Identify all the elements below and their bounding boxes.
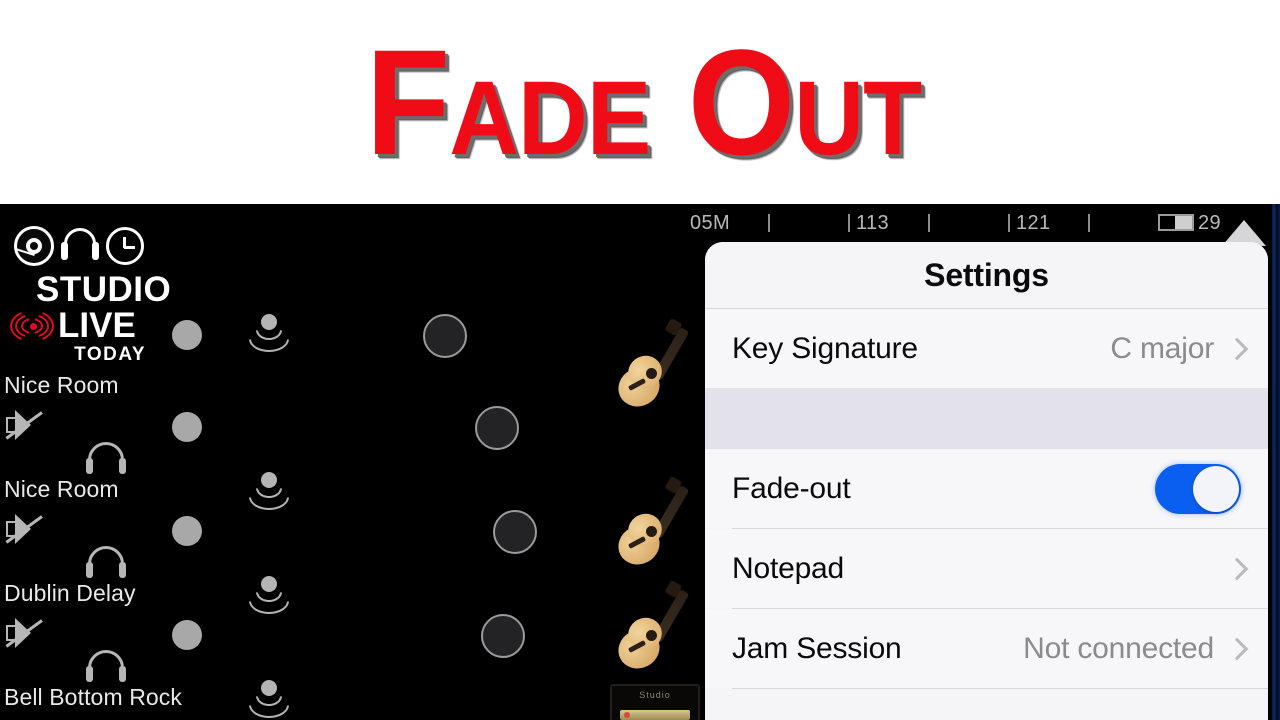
volume-dot-icon[interactable] <box>172 320 202 350</box>
track-row[interactable]: Nice Room <box>0 468 700 676</box>
settings-title: Settings <box>924 256 1049 293</box>
row-value: C major <box>1110 331 1214 365</box>
volume-dot-icon[interactable] <box>172 412 202 442</box>
divider <box>732 688 1268 689</box>
track-row[interactable]: Dublin Delay <box>0 572 700 720</box>
settings-row-fade-out[interactable]: Fade-out <box>705 449 1268 528</box>
track-name: Nice Room <box>4 372 119 398</box>
screenshot-root: Fade Out 05M 113 121 29 Nice Room Nice R… <box>0 0 1280 720</box>
logo-text-live: LIVE <box>58 306 136 345</box>
amp-small-icon[interactable]: Studio <box>610 684 700 720</box>
track-name: Dublin Delay <box>4 580 136 606</box>
studio-live-today-logo: STUDIO LIVE TODAY <box>10 226 172 365</box>
track-name: Nice Room <box>4 476 119 502</box>
record-button[interactable] <box>423 314 467 358</box>
volume-dot-icon[interactable] <box>172 516 202 546</box>
record-button[interactable] <box>475 406 519 450</box>
ruler-label-3: 29 <box>1198 212 1222 234</box>
title-banner: Fade Out <box>0 0 1280 204</box>
settings-row-spacer <box>705 388 1268 449</box>
ruler-tick <box>1008 214 1010 232</box>
row-label: Key Signature <box>732 331 918 365</box>
loop-region-marker[interactable] <box>1158 214 1194 231</box>
row-label: Fade-out <box>732 471 851 505</box>
headphones-icon <box>60 228 100 266</box>
settings-header: Settings <box>705 242 1268 308</box>
row-label: Jam Session <box>732 631 902 665</box>
chevron-right-icon <box>1228 638 1241 660</box>
ruler-tick <box>1088 214 1090 232</box>
logo-text-studio: STUDIO <box>36 270 172 309</box>
ruler-tick <box>928 214 930 232</box>
track-row[interactable]: Bell Bottom Rock Studio <box>0 676 700 720</box>
clock-icon <box>106 227 144 265</box>
ruler-label-2: 121 <box>1016 212 1051 234</box>
toggle-knob <box>1193 465 1239 512</box>
volume-dot-icon[interactable] <box>172 620 202 650</box>
broadcast-waves-icon <box>10 309 54 342</box>
mute-icon[interactable] <box>4 408 44 442</box>
settings-popover: Settings Key Signature C major Fade-out <box>705 242 1268 720</box>
record-button[interactable] <box>481 614 525 658</box>
settings-row-notepad[interactable]: Notepad <box>705 529 1268 608</box>
logo-text-today: TODAY <box>74 344 146 365</box>
logo-icon-row <box>10 226 150 270</box>
ruler-label-1: 113 <box>856 212 890 234</box>
settings-row-key-signature[interactable]: Key Signature C major <box>705 309 1268 388</box>
ruler-tick <box>768 214 770 232</box>
timeline-ruler[interactable]: 05M 113 121 29 <box>690 210 1280 244</box>
record-button[interactable] <box>493 510 537 554</box>
chevron-right-icon <box>1228 338 1241 360</box>
row-accessory <box>1228 558 1241 580</box>
row-value: Not connected <box>1023 631 1214 665</box>
ruler-tick <box>848 214 850 232</box>
pan-icon[interactable] <box>248 314 290 352</box>
track-row[interactable]: Nice Room <box>0 364 700 572</box>
settings-row-jam-session[interactable]: Jam Session Not connected <box>705 609 1268 688</box>
screen-edge-blue <box>1272 204 1280 720</box>
mute-icon[interactable] <box>4 616 44 650</box>
track-name: Bell Bottom Rock <box>4 684 182 710</box>
garageband-app-screenshot: 05M 113 121 29 Nice Room Nice Room Dubli… <box>0 204 1280 720</box>
mute-icon[interactable] <box>4 512 44 546</box>
logo-live-row: LIVE <box>10 308 150 343</box>
chevron-right-icon <box>1228 558 1241 580</box>
page-title: Fade Out <box>365 18 922 186</box>
row-label: Notepad <box>732 551 845 585</box>
row-accessory: C major <box>1110 332 1241 366</box>
row-accessory <box>1155 463 1241 514</box>
fade-out-toggle[interactable] <box>1155 463 1241 514</box>
vinyl-record-icon <box>14 226 54 266</box>
row-accessory: Not connected <box>1023 632 1241 666</box>
